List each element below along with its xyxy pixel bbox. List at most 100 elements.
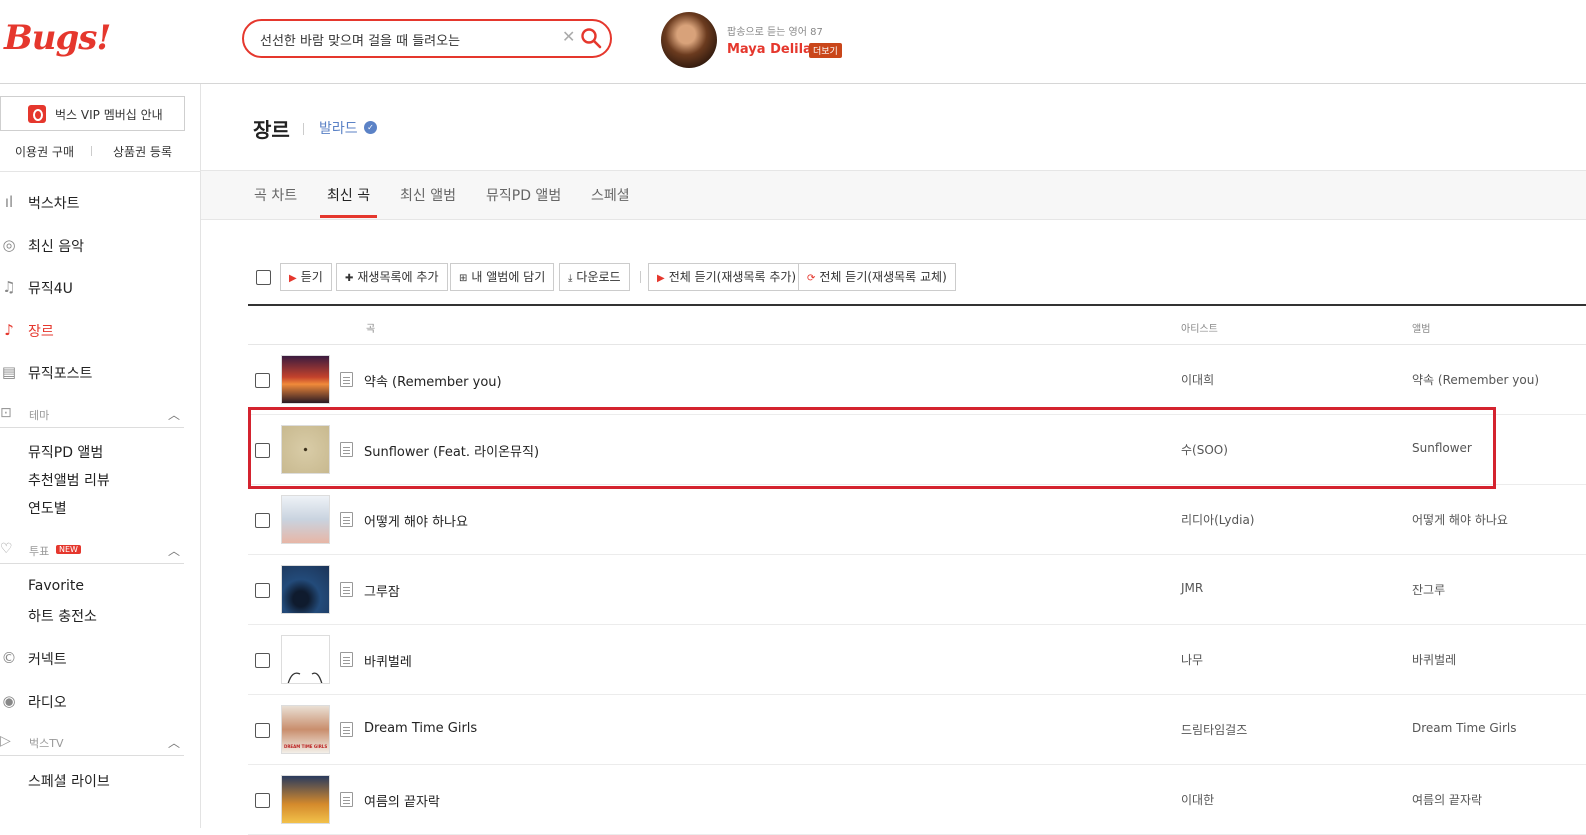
sidebar-item-label: 벅스차트 [28,196,80,212]
song-artist[interactable]: 이대한 [1181,791,1214,808]
album-thumbnail[interactable] [281,775,330,824]
sidebar-item-genre[interactable]: ♪ 장르 [0,317,200,345]
song-album[interactable]: 바퀴벌레 [1412,651,1456,668]
sidebar-item-chart[interactable]: ıl 벅스차트 [0,189,200,217]
search-icon[interactable] [580,27,602,49]
radio-icon: ◉ [2,692,16,710]
now-playing-more-button[interactable]: 더보기 [809,43,842,58]
album-thumbnail[interactable] [281,495,330,544]
now-playing-subtitle[interactable]: 팝송으로 듣는 영어 87 [727,23,823,38]
sidebar-item-music4u[interactable]: ♫ 뮤직4U [0,274,200,302]
bugs-logo[interactable]: Bugs! [4,18,111,58]
download-button[interactable]: ⤓ 다운로드 [559,263,630,291]
lyrics-icon[interactable] [340,652,353,667]
sidebar-item-new-music[interactable]: ◎ 최신 음악 [0,232,200,260]
sidebar-item-pd-album[interactable]: 뮤직PD 앨범 [28,442,103,462]
listen-all-replace-button[interactable]: ⟳ 전체 듣기(재생목록 교체) [798,263,956,291]
listen-all-add-button[interactable]: ▶ 전체 듣기(재생목록 추가) [648,263,806,291]
column-header-artist: 아티스트 [1181,324,1218,335]
search-box[interactable]: ✕ [242,19,612,58]
tab-latest-albums[interactable]: 최신 앨범 [400,185,456,205]
album-thumbnail[interactable] [281,635,330,684]
sidebar-item-music-post[interactable]: ▤ 뮤직포스트 [0,359,200,387]
section-theme[interactable]: ⊡ 테마 ︿ [0,404,184,428]
lyrics-icon[interactable] [340,722,353,737]
sidebar-item-radio[interactable]: ◉ 라디오 [0,688,200,716]
sidebar-item-label: 뮤직4U [28,281,73,297]
now-playing-artist[interactable]: Maya Delilah [727,42,821,57]
page-title: 장르 [253,118,290,142]
register-ticket-link[interactable]: 상품권 등록 [113,143,172,160]
song-artist[interactable]: 나무 [1181,651,1203,668]
tab-pd-albums[interactable]: 뮤직PD 앨범 [486,185,561,205]
sidebar-item-favorite[interactable]: Favorite [28,578,84,594]
listen-button[interactable]: ▶ 듣기 [280,263,332,291]
chevron-up-icon[interactable]: ︿ [168,734,180,751]
tab-latest-songs[interactable]: 최신 곡 [327,185,370,205]
tab-special[interactable]: 스페셜 [591,185,630,205]
song-artist[interactable]: 리디아(Lydia) [1181,511,1254,528]
song-title[interactable]: 약속 (Remember you) [364,371,502,390]
header: Bugs! ✕ 팝송으로 듣는 영어 87 Maya Delilah 더보기 [0,0,1586,84]
chevron-down-icon[interactable]: ✓ [364,121,377,134]
vip-membership-button[interactable]: 벅스 VIP 멤버십 안내 [0,96,185,131]
genre-selector[interactable]: 발라드 [319,118,358,138]
album-thumbnail[interactable]: DREAM TIME GIRLS [281,705,330,754]
album-thumbnail[interactable] [281,355,330,404]
sidebar-item-heart-charge[interactable]: 하트 충전소 [28,606,97,626]
vip-label: 벅스 VIP 멤버십 안내 [55,108,163,122]
chevron-up-icon[interactable]: ︿ [168,406,180,423]
add-to-playlist-button[interactable]: ✚ 재생목록에 추가 [336,263,448,291]
lyrics-icon[interactable] [340,512,353,527]
title-divider [303,123,304,135]
row-checkbox[interactable] [255,373,270,388]
row-checkbox[interactable] [255,583,270,598]
search-input[interactable] [260,28,550,50]
lyrics-icon[interactable] [340,372,353,387]
sidebar: 벅스 VIP 멤버십 안내 이용권 구매 상품권 등록 ıl 벅스차트 ◎ 최신… [0,84,201,828]
download-icon: ⤓ [568,273,573,284]
section-label: 투표 [29,545,50,558]
song-title[interactable]: 어떻게 해야 하나요 [364,511,468,530]
buy-ticket-link[interactable]: 이용권 구매 [15,143,74,160]
table-top-rule [248,304,1586,306]
song-artist[interactable]: 이대희 [1181,371,1214,388]
tab-song-chart[interactable]: 곡 차트 [254,185,297,205]
song-title[interactable]: Dream Time Girls [364,721,477,736]
select-all-checkbox[interactable] [256,270,271,285]
song-album[interactable]: 어떻게 해야 하나요 [1412,511,1508,528]
replace-icon: ⟳ [807,273,816,284]
post-icon: ▤ [1,363,17,381]
row-checkbox[interactable] [255,513,270,528]
song-artist[interactable]: 드림타임걸즈 [1181,721,1247,738]
song-title[interactable]: 바퀴벌레 [364,651,412,670]
song-album[interactable]: Dream Time Girls [1412,721,1516,735]
song-album[interactable]: 약속 (Remember you) [1412,371,1539,388]
song-artist[interactable]: JMR [1181,581,1203,595]
sidebar-item-by-year[interactable]: 연도별 [28,498,67,518]
row-checkbox[interactable] [255,653,270,668]
add-to-album-button[interactable]: ⊞ 내 앨범에 담기 [450,263,555,291]
sidebar-item-album-review[interactable]: 추천앨범 리뷰 [28,470,110,490]
song-album[interactable]: 잔그루 [1412,581,1445,598]
song-title[interactable]: 그루잠 [364,581,400,600]
now-playing-art[interactable] [661,12,717,68]
tv-icon: ▷ [0,733,11,749]
song-album[interactable]: 여름의 끝자락 [1412,791,1482,808]
thumbnail-text: DREAM TIME GIRLS [284,744,328,749]
play-icon: ▶ [657,273,665,284]
clear-icon[interactable]: ✕ [562,27,575,46]
section-bugs-tv[interactable]: ▷ 벅스TV ︿ [0,732,184,756]
section-vote[interactable]: ♡ 투표 NEW ︿ [0,540,184,564]
sidebar-item-special-live[interactable]: 스페셜 라이브 [28,771,110,791]
lyrics-icon[interactable] [340,792,353,807]
sidebar-item-connect[interactable]: © 커넥트 [0,645,200,673]
lyrics-icon[interactable] [340,582,353,597]
toolbar-divider [640,271,641,283]
row-checkbox[interactable] [255,793,270,808]
row-checkbox[interactable] [255,723,270,738]
chevron-up-icon[interactable]: ︿ [168,542,180,559]
album-thumbnail[interactable] [281,565,330,614]
song-title[interactable]: 여름의 끝자락 [364,791,440,810]
column-header-album: 앨범 [1412,324,1431,335]
